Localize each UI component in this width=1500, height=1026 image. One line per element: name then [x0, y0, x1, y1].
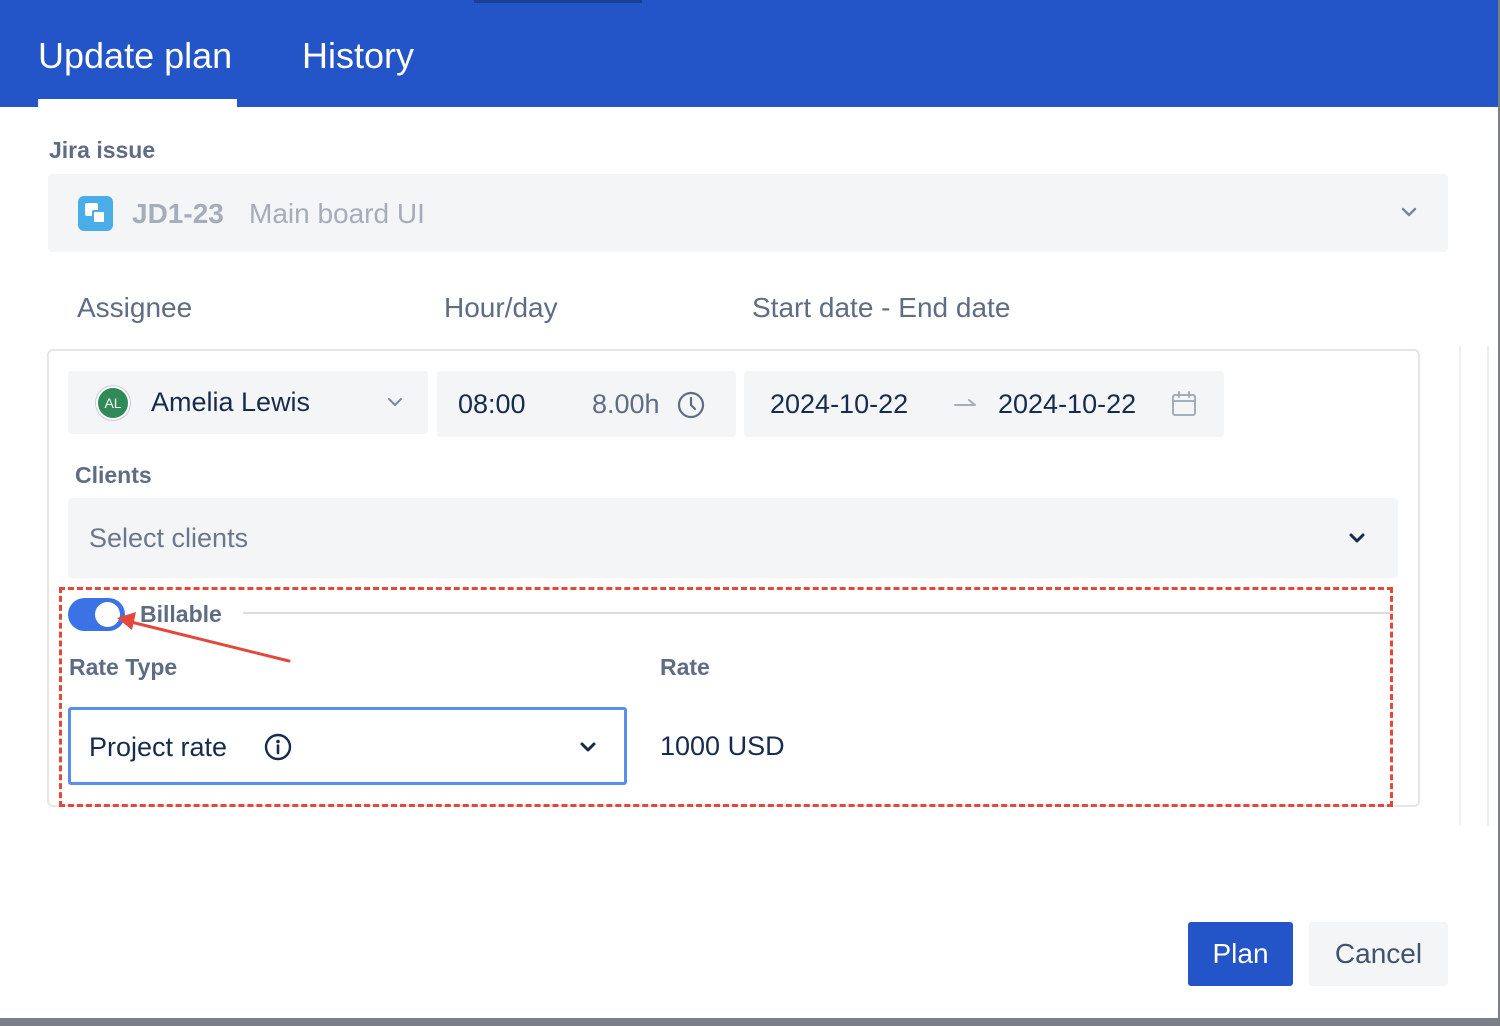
clients-label: Clients — [75, 462, 152, 488]
active-tab-indicator — [38, 99, 237, 107]
rate-value: 1000 USD — [660, 731, 785, 761]
plan-button[interactable]: Plan — [1188, 922, 1293, 986]
dates-column-header: Start date - End date — [752, 292, 1011, 323]
dialog-header: Update plan History — [0, 0, 1498, 107]
info-icon[interactable] — [263, 732, 293, 762]
cancel-button[interactable]: Cancel — [1309, 922, 1448, 986]
rate-type-value: Project rate — [89, 732, 228, 762]
date-range-picker[interactable]: 2024-10-22 2024-10-22 — [744, 371, 1224, 437]
billable-label: Billable — [140, 601, 222, 627]
billable-divider — [243, 612, 1393, 614]
clients-placeholder: Select clients — [89, 523, 249, 553]
calendar-icon — [1172, 391, 1196, 416]
jira-issue-select[interactable]: JD1-23 Main board UI — [48, 174, 1448, 252]
subtask-icon — [78, 196, 113, 231]
scrollbar-track[interactable] — [1459, 346, 1489, 826]
hours-column-header: Hour/day — [444, 292, 558, 323]
jira-issue-label: Jira issue — [49, 137, 156, 163]
start-date-value: 2024-10-22 — [770, 389, 909, 419]
hours-per-day-field[interactable]: 08:00 8.00h — [437, 371, 736, 437]
issue-key: JD1-23 — [132, 198, 224, 229]
chevron-down-icon — [1401, 207, 1417, 217]
update-plan-dialog: Update plan History Jira issue JD1-23 Ma… — [0, 0, 1498, 1018]
end-date-value: 2024-10-22 — [998, 389, 1137, 419]
billable-toggle[interactable] — [68, 598, 125, 631]
rate-type-label: Rate Type — [69, 654, 178, 680]
hours-time-value: 08:00 — [458, 389, 526, 419]
toggle-knob — [95, 602, 120, 627]
arrow-right-icon — [954, 399, 976, 406]
issue-summary: Main board UI — [249, 198, 425, 229]
hours-total-value: 8.00h — [592, 389, 660, 419]
rate-label: Rate — [660, 654, 710, 680]
top-notch — [474, 0, 642, 3]
chevron-down-icon — [1349, 533, 1365, 543]
rate-type-select[interactable]: Project rate — [68, 707, 627, 785]
assignee-name: Amelia Lewis — [151, 387, 311, 417]
tab-history[interactable]: History — [302, 36, 414, 76]
avatar: AL — [96, 386, 130, 420]
tab-update-plan[interactable]: Update plan — [38, 36, 232, 76]
assignee-column-header: Assignee — [77, 292, 193, 323]
chevron-down-icon — [580, 742, 596, 752]
assignee-select[interactable]: AL Amelia Lewis — [68, 371, 428, 434]
chevron-down-icon — [388, 398, 402, 406]
clients-select[interactable]: Select clients — [68, 498, 1398, 578]
clock-icon — [677, 391, 705, 419]
